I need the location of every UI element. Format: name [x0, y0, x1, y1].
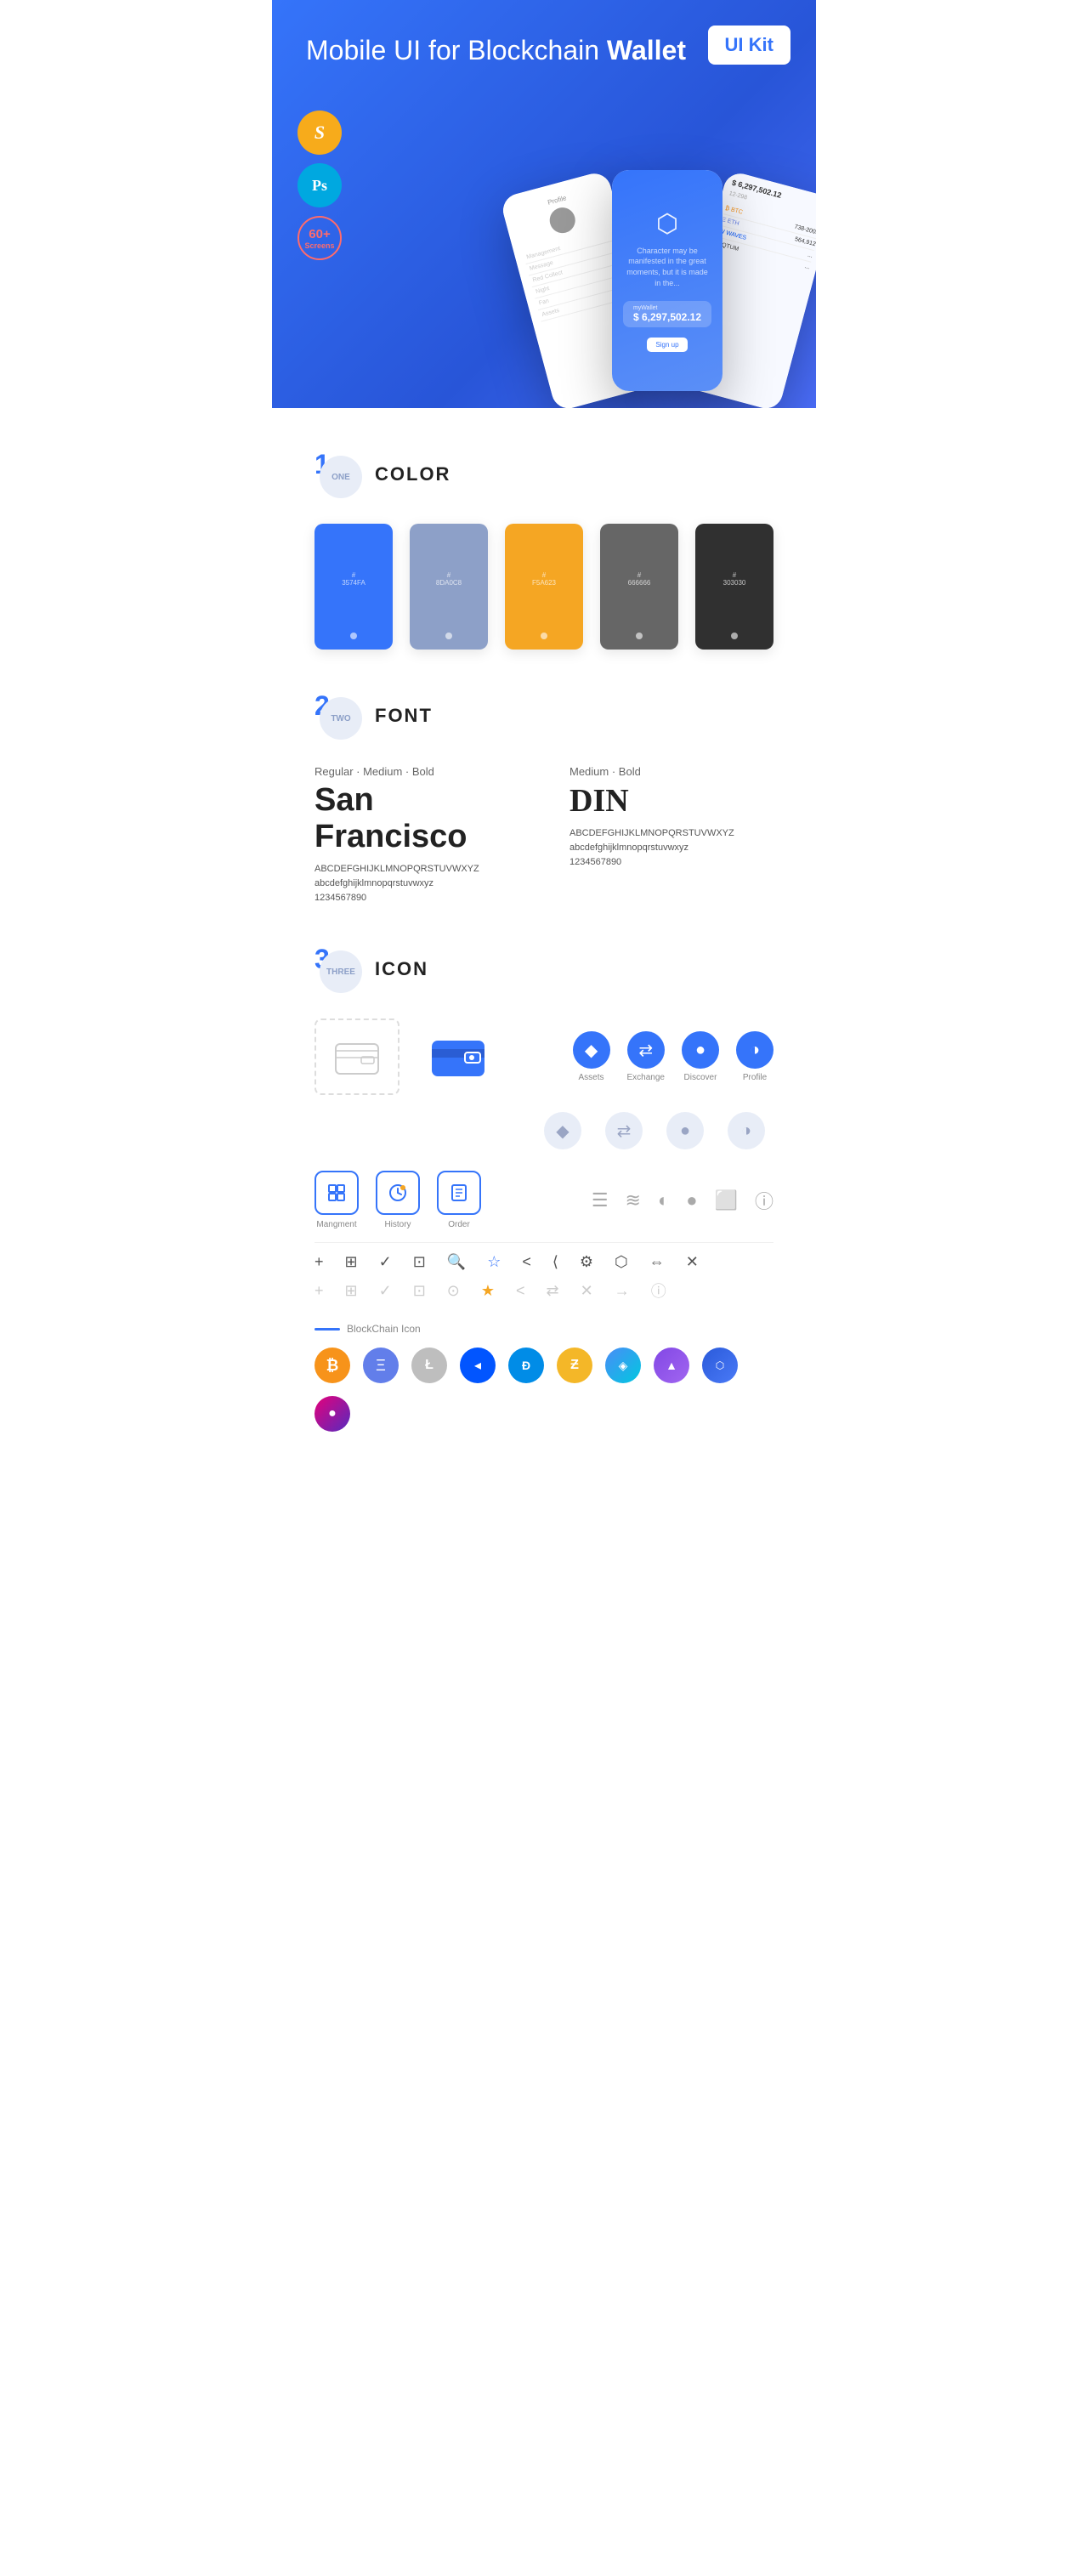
tool-icons-inactive: + ⊞ ✓ ⊡ ⊙ ★ < ⇄ ✕ → ⓘ	[314, 1279, 774, 1302]
icon-assets-gray: ◆	[544, 1112, 581, 1149]
sketch-badge: S	[298, 111, 342, 155]
icon-share: ⟨	[552, 1253, 558, 1271]
icon-exchange: ⇄ Exchange	[627, 1031, 665, 1082]
icon-layers: ≋	[626, 1189, 641, 1211]
icon-swap: ⇔	[649, 1253, 665, 1271]
icon-star-gold: ★	[481, 1282, 495, 1300]
icon-grid-gray: ⊞	[345, 1282, 358, 1300]
icon-grid-main: ◆ Assets ⇄ Exchange ● Discover ◑ Profile	[314, 1018, 774, 1095]
tool-icons-active: + ⊞ ✓ ⊡ 🔍 ☆ < ⟨ ⚙ ⬡ ⇔ ✕	[314, 1253, 774, 1271]
icon-wallet-blue	[416, 1018, 502, 1095]
icon-row-gray: ◆ ⇄ ● ◑	[314, 1112, 774, 1149]
icon-assets: ◆ Assets	[573, 1031, 610, 1082]
icon-back: <	[522, 1253, 531, 1271]
coin-grid: ◈	[605, 1348, 641, 1383]
font-din: Medium · Bold DIN ABCDEFGHIJKLMNOPQRSTUV…	[570, 765, 774, 903]
icon-history: History	[376, 1171, 420, 1229]
swatch-dark: # 303030	[695, 524, 774, 650]
icon-forward-gray: →	[615, 1282, 630, 1300]
coin-dash: Đ	[508, 1348, 544, 1383]
font-san-francisco: Regular · Medium · Bold San Francisco AB…	[314, 765, 518, 903]
blockchain-line	[314, 1328, 340, 1331]
icon-chat: ☰	[592, 1189, 609, 1211]
icon-plus-gray: +	[314, 1282, 324, 1300]
icon-circle: ●	[686, 1189, 697, 1211]
hero-section: Mobile UI for Blockchain Wallet UI Kit S…	[272, 0, 816, 408]
section-number-1: 1 ONE	[314, 451, 362, 498]
coin-polygon: ▲	[654, 1348, 689, 1383]
icon-settings: ⚙	[580, 1253, 593, 1271]
coin-bitcoin: ₿	[314, 1348, 350, 1383]
icon-info: ⓘ	[755, 1187, 774, 1214]
color-section: 1 ONE COLOR # 3574FA # 8DA0C8	[272, 408, 816, 675]
icon-info-gray: ⓘ	[651, 1279, 666, 1302]
icon-list-gray: ⊡	[413, 1282, 426, 1300]
swatch-gray-blue: # 8DA0C8	[410, 524, 488, 650]
icon-row-nav: Mangment History	[314, 1171, 774, 1229]
icon-order: Order	[437, 1171, 481, 1229]
coin-waves: ◂	[460, 1348, 496, 1383]
icon-share-gray: ⇄	[547, 1282, 559, 1300]
divider-1	[314, 1242, 774, 1243]
icon-grid2: ⊞	[345, 1253, 358, 1271]
coin-polkadot: ●	[314, 1396, 350, 1432]
swatch-gray: # 666666	[600, 524, 678, 650]
icon-profile: ◑ Profile	[736, 1031, 774, 1082]
icon-moon: ◐	[658, 1189, 669, 1211]
coin-ethereum: Ξ	[363, 1348, 399, 1383]
icon-wireframe	[314, 1018, 400, 1095]
icon-management: Mangment	[314, 1171, 359, 1229]
icon-chat2: ⬜	[715, 1189, 738, 1211]
section-header-font: 2 TWO FONT	[314, 692, 774, 740]
icon-exchange-gray: ⇄	[605, 1112, 643, 1149]
crypto-row: ₿ Ξ Ł ◂ Đ Ƶ ◈ ▲ ⬡ ●	[314, 1348, 774, 1432]
coin-zcash: Ƶ	[557, 1348, 592, 1383]
swatch-blue: # 3574FA	[314, 524, 393, 650]
section-number-3: 3 THREE	[314, 945, 362, 993]
icon-plus: +	[314, 1253, 324, 1271]
section-header-color: 1 ONE COLOR	[314, 451, 774, 498]
ps-badge: Ps	[298, 163, 342, 207]
hero-badges: S Ps 60+ Screens	[298, 111, 342, 260]
icon-back-gray: <	[516, 1282, 525, 1300]
icon-list: ⊡	[413, 1253, 426, 1271]
icon-star-active: ☆	[487, 1253, 501, 1271]
phone-mockups: Profile Management Message Red Collect N…	[502, 187, 816, 408]
blockchain-label: BlockChain Icon	[314, 1323, 774, 1335]
icon-profile-gray: ◑	[728, 1112, 765, 1149]
section-header-icon: 3 THREE ICON	[314, 945, 774, 993]
icon-discover-gray: ●	[666, 1112, 704, 1149]
coin-chainlink: ⬡	[702, 1348, 738, 1383]
font-grid: Regular · Medium · Bold San Francisco AB…	[314, 765, 774, 903]
phone-center: ⬡ Character may be manifested in the gre…	[612, 170, 722, 391]
coin-litecoin: Ł	[411, 1348, 447, 1383]
section-number-2: 2 TWO	[314, 692, 362, 740]
icon-search: 🔍	[447, 1253, 466, 1271]
icon-check-gray: ✓	[379, 1282, 392, 1300]
ui-kit-badge: UI Kit	[708, 26, 790, 65]
icon-hex: ⬡	[615, 1253, 628, 1271]
icon-discover: ● Discover	[682, 1031, 719, 1082]
color-swatches: # 3574FA # 8DA0C8 # F5A623	[314, 524, 774, 650]
icon-close: ✕	[686, 1253, 699, 1271]
swatch-orange: # F5A623	[505, 524, 583, 650]
icon-section: 3 THREE ICON	[272, 928, 816, 1491]
icon-search-gray: ⊙	[447, 1282, 460, 1300]
icon-check: ✓	[379, 1253, 392, 1271]
screens-badge: 60+ Screens	[298, 216, 342, 260]
icon-close-gray: ✕	[581, 1282, 593, 1300]
font-section: 2 TWO FONT Regular · Medium · Bold San F…	[272, 675, 816, 928]
